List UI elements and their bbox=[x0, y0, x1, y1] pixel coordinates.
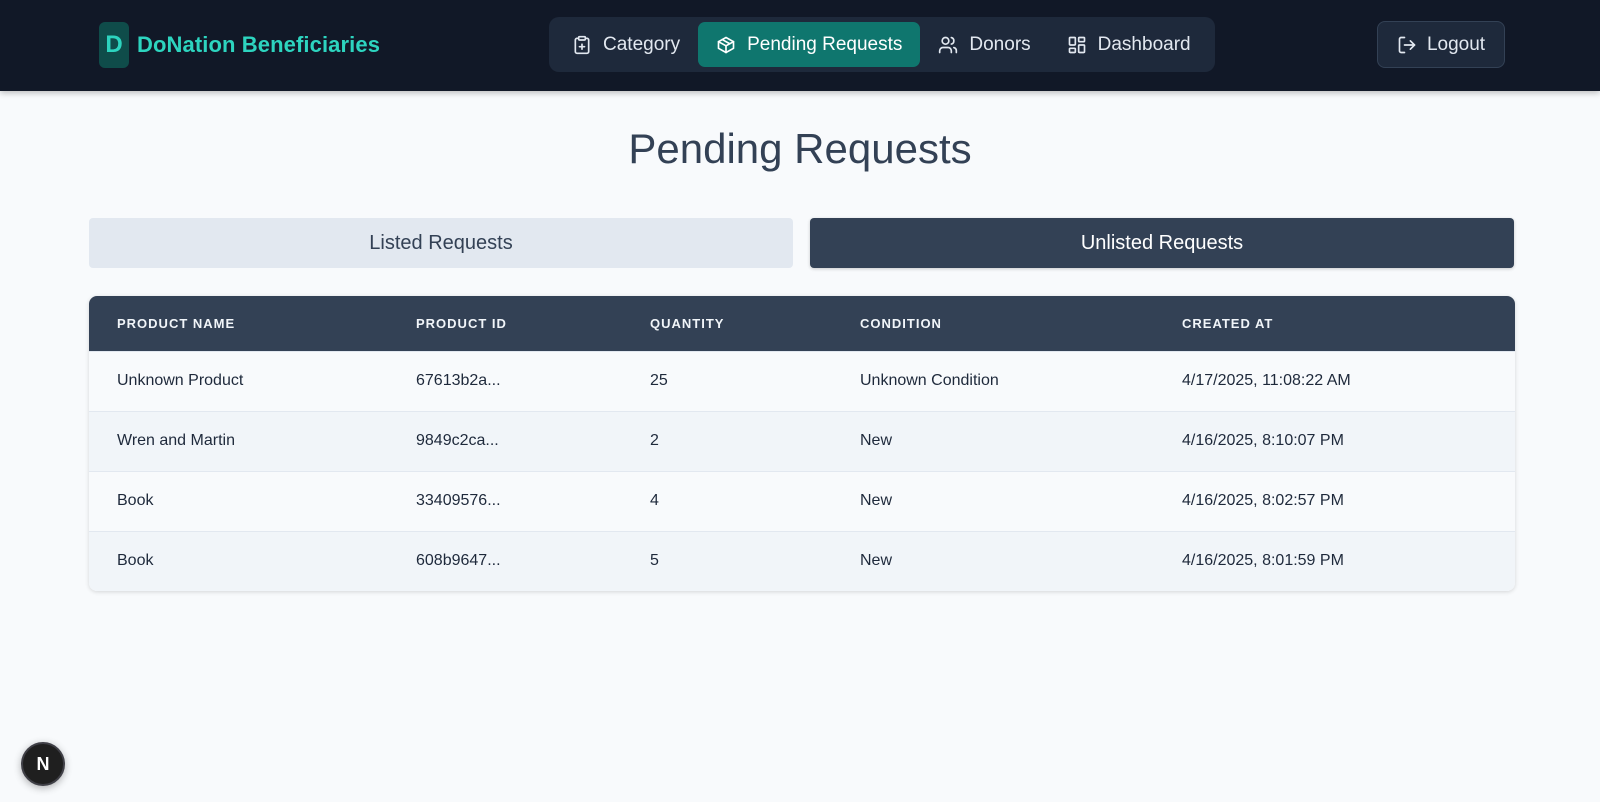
clipboard-plus-icon bbox=[574, 35, 590, 54]
cell-product-id: 608b9647... bbox=[416, 552, 501, 570]
users-icon bbox=[939, 36, 958, 53]
nav-item-category[interactable]: Category bbox=[554, 22, 698, 67]
cell-condition: New bbox=[860, 552, 893, 570]
requests-table: PRODUCT NAME PRODUCT ID QUANTITY CONDITI… bbox=[89, 296, 1515, 591]
dashboard-grid-icon bbox=[1068, 36, 1085, 53]
cell-product-id: 33409576... bbox=[416, 492, 501, 509]
cell-product-name: Book bbox=[117, 492, 154, 509]
cell-condition: New bbox=[860, 432, 893, 449]
package-icon bbox=[717, 36, 735, 53]
nav-item-donors[interactable]: Donors bbox=[920, 22, 1048, 67]
cell-product-name: Book bbox=[117, 552, 154, 570]
nav-item-dashboard[interactable]: Dashboard bbox=[1049, 22, 1209, 67]
brand[interactable]: D DoNation Beneficiaries bbox=[99, 22, 380, 68]
cell-created-at: 4/17/2025, 11:08:22 AM bbox=[1182, 372, 1351, 389]
cell-condition: Unknown Condition bbox=[860, 372, 999, 389]
cell-quantity: 2 bbox=[650, 432, 659, 449]
nav-item-pending-requests[interactable]: Pending Requests bbox=[698, 22, 921, 67]
nav-item-label: Pending Requests bbox=[747, 33, 903, 55]
column-header-quantity: QUANTITY bbox=[650, 315, 725, 331]
column-header-condition: CONDITION bbox=[860, 315, 942, 331]
column-header-product-id: PRODUCT ID bbox=[416, 315, 507, 331]
cell-created-at: 4/16/2025, 8:10:07 PM bbox=[1182, 432, 1344, 449]
nav-item-label: Dashboard bbox=[1097, 33, 1191, 55]
column-header-created-at: CREATED AT bbox=[1182, 315, 1274, 331]
table-row[interactable]: Book 33409576... 4 New 4/16/2025, 8:02:5… bbox=[89, 471, 1515, 531]
cell-product-name: Wren and Martin bbox=[117, 432, 235, 449]
brand-logo: D bbox=[99, 22, 129, 68]
tab-listed-requests[interactable]: Listed Requests bbox=[89, 218, 793, 268]
nextjs-dev-indicator[interactable]: N bbox=[21, 742, 65, 786]
page-title: Pending Requests bbox=[628, 125, 972, 172]
cell-product-id: 67613b2a... bbox=[416, 372, 501, 389]
cell-condition: New bbox=[860, 492, 893, 509]
cell-created-at: 4/16/2025, 8:01:59 PM bbox=[1182, 552, 1344, 570]
cell-quantity: 25 bbox=[650, 372, 668, 389]
logout-icon bbox=[1398, 36, 1416, 53]
table-header-row: PRODUCT NAME PRODUCT ID QUANTITY CONDITI… bbox=[89, 296, 1515, 351]
cell-quantity: 4 bbox=[650, 492, 659, 509]
tab-unlisted-requests[interactable]: Unlisted Requests bbox=[810, 218, 1514, 268]
column-header-product-name: PRODUCT NAME bbox=[117, 315, 236, 331]
main-nav: Category Pending Requests Donors Dashboa… bbox=[549, 17, 1215, 72]
brand-name: DoNation Beneficiaries bbox=[137, 32, 381, 57]
table-row[interactable]: Wren and Martin 9849c2ca... 2 New 4/16/2… bbox=[89, 411, 1515, 471]
table-row[interactable]: Unknown Product 67613b2a... 25 Unknown C… bbox=[89, 351, 1515, 411]
logout-button[interactable]: Logout bbox=[1377, 21, 1505, 68]
top-navbar: D DoNation Beneficiaries Category Pendin… bbox=[0, 0, 1600, 91]
cell-quantity: 5 bbox=[650, 552, 659, 570]
cell-created-at: 4/16/2025, 8:02:57 PM bbox=[1182, 492, 1344, 509]
logout-label: Logout bbox=[1426, 33, 1486, 55]
nav-item-label: Category bbox=[603, 33, 681, 55]
cell-product-name: Unknown Product bbox=[117, 372, 244, 389]
cell-product-id: 9849c2ca... bbox=[416, 432, 499, 449]
table-row[interactable]: Book 608b9647... 5 New 4/16/2025, 8:01:5… bbox=[89, 531, 1515, 591]
nav-item-label: Donors bbox=[969, 33, 1031, 55]
